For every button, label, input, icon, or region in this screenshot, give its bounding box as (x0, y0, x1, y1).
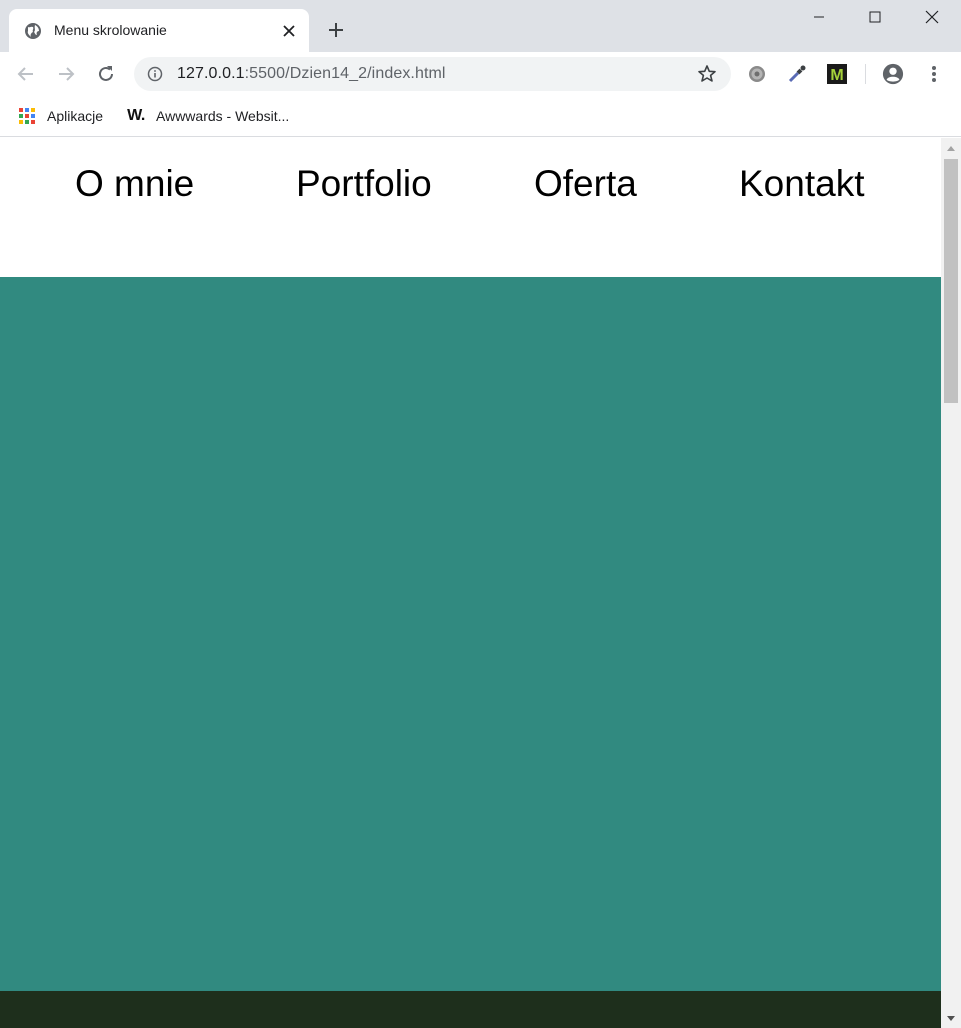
dark-section (0, 991, 941, 1028)
minimize-icon[interactable] (791, 0, 847, 34)
url-host: 127.0.0.1 (177, 65, 245, 82)
apps-grid-icon (18, 107, 36, 125)
window-close-icon[interactable] (904, 0, 960, 34)
scroll-down-arrow-icon[interactable] (941, 1008, 961, 1028)
bookmark-apps[interactable]: Aplikacje (18, 106, 103, 126)
url-text[interactable]: 127.0.0.1:5500/Dzien14_2/index.html (177, 65, 446, 83)
bookmark-apps-label: Aplikacje (47, 108, 104, 124)
maximize-icon[interactable] (847, 0, 903, 34)
nav-link-o-mnie[interactable]: O mnie (75, 163, 194, 205)
profile-icon[interactable] (882, 63, 904, 85)
nav-link-kontakt[interactable]: Kontakt (739, 163, 864, 205)
svg-text:M: M (830, 67, 843, 84)
awwwards-logo-icon: W. (127, 107, 145, 125)
reload-icon[interactable] (92, 60, 120, 88)
tab-title: Menu skrolowanie (54, 22, 167, 38)
tab-strip: Menu skrolowanie (0, 0, 961, 52)
nav-link-portfolio[interactable]: Portfolio (296, 163, 432, 205)
address-bar[interactable]: 127.0.0.1:5500/Dzien14_2/index.html (134, 57, 731, 91)
browser-toolbar: 127.0.0.1:5500/Dzien14_2/index.html M (0, 52, 961, 97)
forward-arrow-icon[interactable] (52, 60, 80, 88)
new-tab-icon[interactable] (324, 18, 348, 42)
bookmarks-bar: Aplikacje W. Awwwards - Websit... (0, 97, 961, 137)
teal-section (0, 277, 941, 991)
bookmark-awwwards[interactable]: W. Awwwards - Websit... (127, 106, 289, 126)
gear-extension-icon[interactable] (746, 63, 768, 85)
back-arrow-icon[interactable] (12, 60, 40, 88)
url-path: :5500/Dzien14_2/index.html (244, 65, 446, 82)
nav-link-oferta[interactable]: Oferta (534, 163, 637, 205)
bookmark-star-icon[interactable] (697, 64, 717, 84)
toolbar-separator (865, 64, 866, 84)
active-tab[interactable]: Menu skrolowanie (9, 9, 309, 52)
bookmark-awwwards-label: Awwwards - Websit... (156, 108, 290, 124)
tab-close-icon[interactable] (279, 21, 299, 41)
menu-icon[interactable] (923, 63, 945, 85)
color-picker-extension-icon[interactable] (786, 63, 808, 85)
m-extension-icon[interactable]: M (826, 63, 848, 85)
page-scrollbar[interactable] (941, 138, 961, 1028)
page-viewport: O mnie Portfolio Oferta Kontakt (0, 138, 941, 1028)
scrollbar-thumb[interactable] (944, 159, 958, 403)
globe-icon (25, 23, 41, 39)
awwwards-logo-text: W. (127, 107, 145, 124)
site-info-icon[interactable] (147, 66, 163, 82)
scroll-up-arrow-icon[interactable] (941, 138, 961, 158)
site-navigation: O mnie Portfolio Oferta Kontakt (0, 138, 941, 277)
